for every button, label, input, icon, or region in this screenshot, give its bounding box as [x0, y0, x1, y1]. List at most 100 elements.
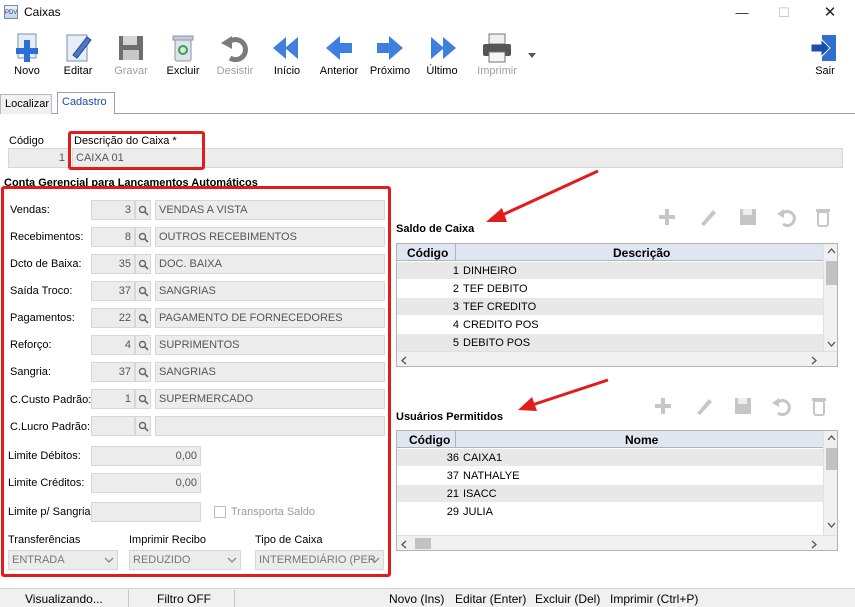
undo-icon: [221, 36, 248, 63]
window-title: Caixas: [24, 5, 61, 19]
usuarios-col-nome[interactable]: Nome: [625, 433, 658, 447]
excluir-button[interactable]: Excluir: [158, 31, 208, 77]
add-icon[interactable]: [652, 395, 674, 417]
tab-cadastro[interactable]: Cadastro: [57, 92, 115, 114]
exit-icon: [810, 35, 836, 61]
save-icon[interactable]: [737, 206, 759, 228]
horizontal-scrollbar[interactable]: [397, 535, 837, 550]
annotation-box-descricao: [68, 131, 205, 170]
edit-icon[interactable]: [697, 206, 719, 228]
saldo-row-desc: DINHEIRO: [463, 265, 517, 277]
vertical-scrollbar[interactable]: [823, 244, 837, 351]
new-icon: [16, 33, 38, 62]
usuarios-row-name: CAIXA1: [463, 452, 503, 464]
tab-localizar[interactable]: Localizar: [0, 94, 52, 114]
saldo-row-desc: DEBITO POS: [463, 337, 531, 349]
imprimir-button[interactable]: Imprimir: [472, 31, 522, 77]
anterior-label: Anterior: [319, 65, 359, 77]
saldo-row-code: 1: [452, 265, 459, 277]
saldo-row-desc: TEF DEBITO: [463, 283, 528, 295]
delete-icon[interactable]: [812, 206, 834, 228]
novo-button[interactable]: Novo: [2, 31, 52, 77]
saldo-row-desc: TEF CREDITO: [463, 301, 537, 313]
novo-label: Novo: [14, 65, 40, 77]
chevron-up-icon: [827, 435, 836, 441]
saldo-grid-header: Código Descrição: [397, 244, 823, 261]
excluir-label: Excluir: [166, 65, 200, 77]
chevron-down-icon: [827, 522, 836, 528]
saldo-title: Saldo de Caixa: [396, 223, 475, 235]
gravar-label: Gravar: [114, 65, 148, 77]
app-icon: PDV: [4, 5, 18, 19]
scrollbar-thumb[interactable]: [415, 538, 431, 549]
last-icon: [431, 37, 456, 59]
gravar-button[interactable]: Gravar: [106, 31, 156, 77]
saldo-col-descricao[interactable]: Descrição: [613, 246, 670, 260]
table-row[interactable]: 21 ISACC: [397, 485, 823, 503]
usuarios-col-codigo[interactable]: Código: [409, 433, 450, 447]
proximo-button[interactable]: Próximo: [365, 31, 415, 77]
column-divider: [455, 244, 456, 261]
saldo-col-codigo[interactable]: Código: [407, 246, 448, 260]
delete-icon[interactable]: [808, 395, 830, 417]
table-row[interactable]: 3 TEF CREDITO: [397, 298, 823, 316]
status-state: Visualizando...: [25, 592, 103, 606]
saldo-row-code: 5: [452, 337, 459, 349]
annotation-arrow: [518, 378, 609, 411]
usuarios-row-code: 29: [446, 506, 459, 518]
status-hint-editar: Editar (Enter): [455, 592, 527, 606]
vertical-scrollbar[interactable]: [823, 431, 837, 535]
editar-button[interactable]: Editar: [53, 31, 103, 77]
chevron-up-icon: [827, 248, 836, 254]
desistir-button[interactable]: Desistir: [210, 31, 260, 77]
status-hint-imprimir: Imprimir (Ctrl+P): [610, 592, 699, 606]
saldo-row-code: 4: [452, 319, 459, 331]
annotation-arrow: [486, 169, 599, 222]
first-icon: [273, 37, 298, 59]
usuarios-title: Usuários Permitidos: [396, 411, 503, 423]
edit-icon[interactable]: [693, 395, 715, 417]
table-row[interactable]: 4 CREDITO POS: [397, 316, 823, 334]
saldo-row-code: 3: [452, 301, 459, 313]
undo-icon[interactable]: [775, 206, 797, 228]
inicio-label: Início: [273, 65, 301, 77]
add-icon[interactable]: [656, 206, 678, 228]
scrollbar-thumb[interactable]: [826, 261, 837, 285]
usuarios-row-name: JULIA: [463, 506, 493, 518]
table-row[interactable]: 1 DINHEIRO: [397, 262, 823, 280]
proximo-label: Próximo: [369, 65, 411, 77]
usuarios-row-code: 36: [446, 452, 459, 464]
saldo-row-code: 2: [452, 283, 459, 295]
sair-label: Sair: [815, 65, 835, 77]
codigo-field[interactable]: 1: [8, 148, 69, 168]
save-icon[interactable]: [732, 395, 754, 417]
printer-icon: [483, 33, 511, 63]
maximize-button[interactable]: ☐: [774, 3, 794, 23]
minimize-button[interactable]: —: [732, 3, 752, 23]
table-row[interactable]: 36 CAIXA1: [397, 449, 823, 467]
chevron-left-icon: [401, 540, 407, 549]
editar-label: Editar: [63, 65, 93, 77]
ultimo-button[interactable]: Último: [417, 31, 467, 77]
status-filter: Filtro OFF: [157, 592, 211, 606]
saldo-row-desc: CREDITO POS: [463, 319, 539, 331]
table-row[interactable]: 37 NATHALYE: [397, 467, 823, 485]
horizontal-scrollbar[interactable]: [397, 351, 837, 366]
tab-bar: Localizar Cadastro: [0, 92, 855, 114]
scrollbar-thumb[interactable]: [826, 448, 837, 470]
next-icon: [377, 36, 403, 60]
print-dropdown-arrow[interactable]: [528, 53, 536, 58]
undo-icon[interactable]: [770, 395, 792, 417]
table-row[interactable]: 29 JULIA: [397, 503, 823, 521]
previous-icon: [326, 36, 352, 60]
status-divider: [234, 590, 235, 607]
ultimo-label: Último: [426, 65, 458, 77]
status-hint-excluir: Excluir (Del): [535, 592, 601, 606]
usuarios-row-code: 21: [446, 488, 459, 500]
anterior-button[interactable]: Anterior: [314, 31, 364, 77]
inicio-button[interactable]: Início: [262, 31, 312, 77]
close-button[interactable]: ✕: [820, 3, 840, 23]
table-row[interactable]: 5 DEBITO POS: [397, 334, 823, 352]
sair-button[interactable]: Sair: [800, 31, 850, 77]
table-row[interactable]: 2 TEF DEBITO: [397, 280, 823, 298]
